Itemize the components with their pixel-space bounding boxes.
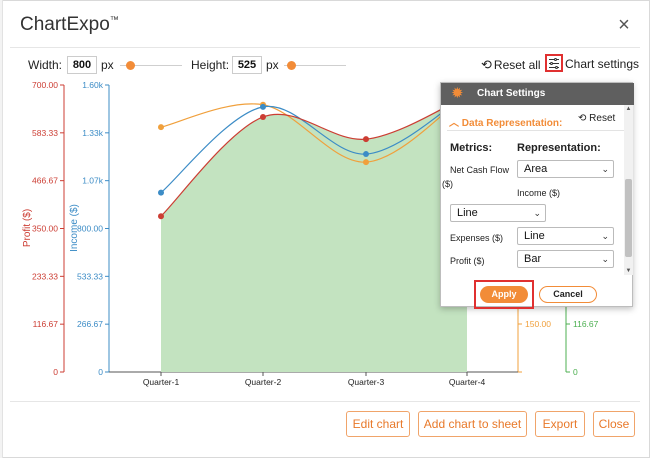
height-unit: px (266, 58, 279, 72)
data-representation-toggle[interactable]: ︿ Data Representation: (449, 114, 562, 129)
income-value: Line (457, 207, 478, 219)
income-tick-label: 800.00 (77, 224, 103, 234)
income-point (158, 189, 164, 196)
scrollbar-thumb[interactable] (625, 179, 632, 257)
expenses-select[interactable]: Line ⌄ (517, 227, 614, 245)
income-tick-label: 1.33k (82, 128, 104, 138)
income-point (260, 103, 266, 110)
x-tick-label: Quarter-4 (449, 377, 486, 387)
x-tick-label: Quarter-3 (348, 377, 385, 387)
section-title: Data Representation: (461, 118, 563, 129)
close-icon[interactable]: × (614, 14, 634, 36)
chart-settings-button[interactable]: Chart settings (565, 57, 639, 71)
profit-tick-label: 700.00 (32, 80, 58, 90)
app-title: ChartExpo (20, 14, 110, 35)
net-cash-flow-unit: ($) (442, 179, 453, 189)
section-reset-label: Reset (589, 113, 616, 124)
panel-title: Chart Settings (477, 88, 546, 99)
width-slider-handle[interactable] (126, 61, 135, 70)
apply-button[interactable]: Apply (480, 286, 528, 303)
add-chart-to-sheet-button[interactable]: Add chart to sheet (418, 411, 527, 437)
income-tick-label: 1.07k (82, 176, 104, 186)
x-axis-ticks: Quarter-1 Quarter-2 Quarter-3 Quarter-4 (143, 372, 486, 387)
x-tick-label: Quarter-2 (245, 377, 282, 387)
metrics-header: Metrics: (450, 142, 493, 154)
footer-divider (10, 401, 640, 402)
profit-point (260, 113, 266, 120)
income-tick-label: 1.60k (82, 80, 104, 90)
section-divider (447, 130, 625, 131)
section-reset-button[interactable]: ⟲ Reset (578, 113, 615, 124)
profit-value: Bar (524, 253, 542, 265)
cancel-button[interactable]: Cancel (539, 286, 597, 303)
expenses-point (363, 159, 369, 166)
trademark-sign: ™ (109, 14, 119, 25)
scroll-down-icon[interactable]: ▼ (625, 267, 632, 275)
width-unit: px (101, 58, 114, 72)
net-cash-flow-area (161, 96, 467, 372)
reset-icon: ⟲ (578, 113, 587, 124)
expenses-value: Line (524, 230, 545, 242)
income-tick-label: 533.33 (77, 271, 103, 281)
profit-point (158, 213, 164, 220)
profit-select[interactable]: Bar ⌄ (517, 250, 614, 268)
reset-icon: ⟲ (481, 57, 492, 72)
chart-settings-panel: ✹ Chart Settings ︿ Data Representation: … (440, 82, 634, 309)
right-green-tick-label: 116.67 (573, 319, 599, 329)
gear-icon: ✹ (451, 85, 464, 102)
profit-label: Profit ($) (450, 256, 485, 266)
income-axis-label: Income ($) (69, 204, 80, 252)
income-tick-label: 0 (98, 367, 103, 377)
net-cash-flow-select[interactable]: Area ⌄ (517, 160, 614, 178)
net-cash-flow-value: Area (524, 163, 548, 175)
width-input[interactable] (67, 56, 97, 74)
chevron-down-icon: ⌄ (533, 208, 541, 218)
profit-tick-label: 350.00 (32, 224, 58, 234)
profit-tick-label: 466.67 (32, 176, 58, 186)
chevron-down-icon: ⌄ (601, 164, 609, 174)
income-tick-label: 266.67 (77, 319, 103, 329)
x-tick-label: Quarter-1 (143, 377, 180, 387)
profit-tick-label: 116.67 (33, 319, 59, 329)
income-label: Income ($) (517, 188, 561, 198)
income-select[interactable]: Line ⌄ (450, 204, 546, 222)
height-input[interactable] (232, 56, 262, 74)
income-point (363, 151, 369, 158)
profit-tick-label: 0 (53, 367, 58, 377)
right-green-tick-label: 0 (573, 367, 578, 377)
chart-settings-icon[interactable] (545, 54, 563, 72)
close-button[interactable]: Close (593, 411, 635, 437)
scroll-up-icon[interactable]: ▲ (625, 105, 632, 113)
profit-tick-label: 233.33 (32, 271, 58, 281)
chevron-down-icon: ⌄ (601, 231, 609, 241)
profit-point (363, 136, 369, 143)
profit-tick-label: 583.33 (32, 128, 58, 138)
title-divider (10, 47, 640, 48)
net-cash-flow-label: Net Cash Flow (450, 165, 510, 175)
height-label: Height: (191, 58, 230, 72)
export-button[interactable]: Export (535, 411, 585, 437)
right-orange-tick-label: 150.00 (525, 319, 551, 329)
apply-highlight: Apply (474, 280, 534, 309)
expenses-point (158, 124, 164, 131)
profit-axis-label: Profit ($) (22, 209, 33, 247)
reset-all-label: Reset all (493, 58, 541, 72)
panel-header: ✹ Chart Settings (441, 83, 634, 105)
panel-scrollbar[interactable]: ▲ ▼ (624, 105, 633, 275)
height-slider-handle[interactable] (287, 61, 296, 70)
width-label: Width: (28, 58, 63, 72)
representation-header: Representation: (517, 142, 601, 154)
expenses-label: Expenses ($) (450, 233, 504, 243)
reset-all-button[interactable]: ⟲ Reset all (481, 57, 541, 73)
dialog-title: ChartExpo™ (20, 14, 119, 36)
edit-chart-button[interactable]: Edit chart (346, 411, 410, 437)
chevron-down-icon: ⌄ (601, 254, 609, 264)
